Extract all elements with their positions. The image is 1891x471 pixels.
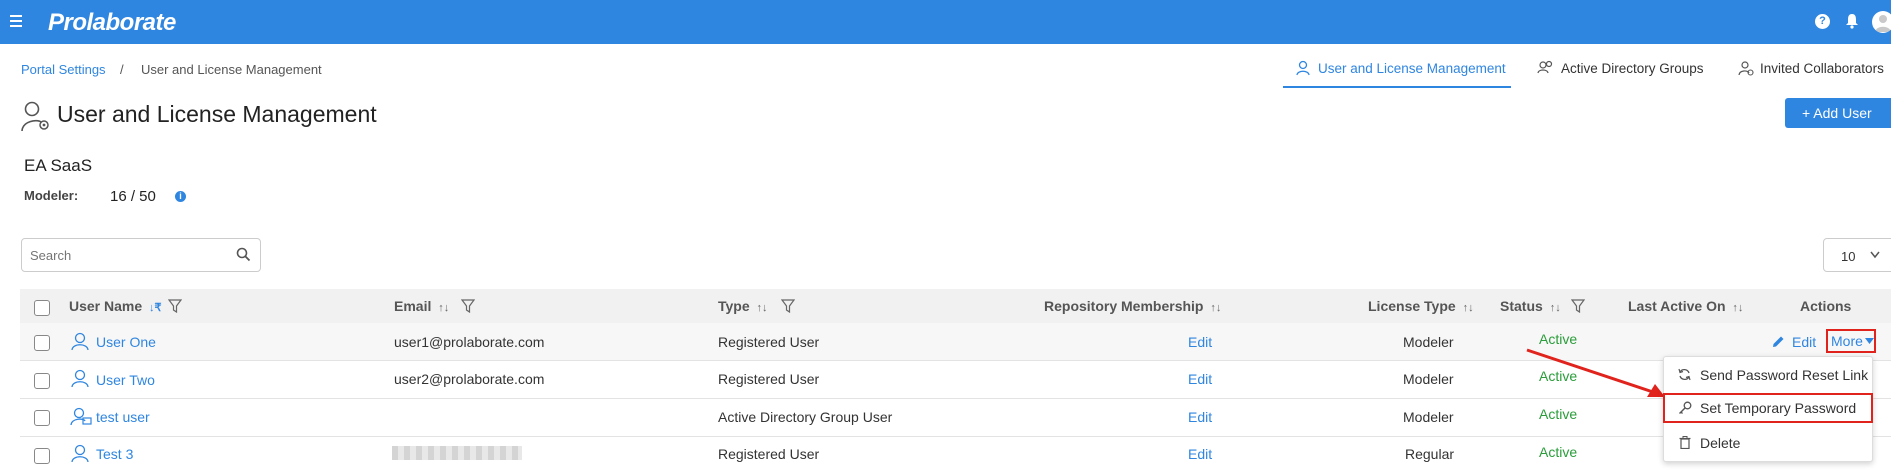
filter-icon[interactable] [168, 299, 182, 313]
user-name-link[interactable]: test user [96, 407, 150, 427]
info-icon[interactable]: i [175, 191, 186, 202]
sort-icon[interactable]: ↑↓ [757, 302, 768, 314]
group-icon [1537, 60, 1555, 76]
annotation-arrow [1525, 348, 1670, 400]
status-badge: Active [1539, 406, 1578, 422]
bell-icon[interactable] [1845, 13, 1859, 29]
search-box [21, 238, 261, 272]
key-icon [1678, 401, 1692, 415]
row-checkbox[interactable] [34, 373, 50, 389]
menu-item-label: Delete [1700, 435, 1741, 451]
modeler-label: Modeler: [24, 188, 79, 203]
status-badge: Active [1539, 444, 1578, 460]
repository-edit-link[interactable]: Edit [1188, 407, 1212, 427]
column-actions: Actions [1800, 298, 1852, 314]
license-type: Regular [1405, 446, 1455, 462]
menu-item-label: Send Password Reset Link [1700, 367, 1869, 383]
tab-invited-collaborators[interactable]: Invited Collaborators [1738, 58, 1888, 88]
status-badge: Active [1539, 331, 1578, 347]
search-input[interactable] [30, 246, 220, 264]
user-email: user1@prolaborate.com [394, 334, 545, 350]
filter-icon[interactable] [461, 299, 475, 313]
column-last-active-on[interactable]: Last Active On ↑↓ [1628, 289, 1743, 323]
user-icon [70, 369, 90, 387]
pencil-icon[interactable] [1772, 335, 1785, 348]
license-type: Modeler [1403, 409, 1454, 425]
collaborator-icon [1738, 60, 1754, 76]
more-label: More [1831, 333, 1863, 349]
tab-label: Invited Collaborators [1760, 61, 1884, 76]
tab-label: Active Directory Groups [1561, 61, 1704, 76]
sort-icon[interactable]: ↑↓ [1550, 302, 1561, 314]
tab-active-directory-groups[interactable]: Active Directory Groups [1537, 58, 1707, 88]
modeler-count: 16 / 50 [110, 188, 156, 205]
user-email: user2@prolaborate.com [394, 371, 545, 387]
chevron-down-icon [1870, 251, 1880, 259]
row-checkbox[interactable] [34, 448, 50, 464]
breadcrumb-current: User and License Management [141, 62, 322, 77]
user-icon [1295, 60, 1311, 76]
page-title-icon [21, 100, 51, 132]
user-icon [70, 332, 90, 350]
hamburger-menu-icon[interactable] [10, 15, 22, 27]
column-status[interactable]: Status ↑↓ [1500, 289, 1561, 323]
column-license-type[interactable]: License Type ↑↓ [1368, 289, 1474, 323]
sort-icon[interactable]: ↑↓ [1210, 302, 1221, 314]
sort-icon[interactable]: ↓₹ [149, 302, 162, 314]
delete-user[interactable]: Delete [1664, 428, 1872, 458]
send-password-reset-link[interactable]: Send Password Reset Link [1664, 360, 1872, 390]
row-checkbox[interactable] [34, 410, 50, 426]
repository-edit-link[interactable]: Edit [1188, 444, 1212, 464]
breadcrumb-portal-settings[interactable]: Portal Settings [21, 62, 106, 77]
sort-icon[interactable]: ↑↓ [1732, 302, 1743, 314]
repository-edit-link[interactable]: Edit [1188, 332, 1212, 352]
brand-logo[interactable]: Prolaborate [48, 9, 176, 37]
user-name-link[interactable]: Test 3 [96, 444, 133, 464]
row-divider [20, 436, 1891, 437]
set-temporary-password[interactable]: Set Temporary Password [1663, 393, 1873, 423]
user-name-link[interactable]: User One [96, 332, 156, 352]
user-type: Registered User [718, 446, 820, 462]
tab-label: User and License Management [1318, 61, 1506, 76]
page-size-select[interactable]: 10 [1823, 238, 1891, 272]
user-name-link[interactable]: User Two [96, 370, 155, 390]
sort-icon[interactable]: ↑↓ [438, 302, 449, 314]
tab-user-license-management[interactable]: User and License Management [1283, 58, 1511, 88]
menu-item-label: Set Temporary Password [1700, 400, 1857, 416]
sort-icon[interactable]: ↑↓ [1463, 302, 1474, 314]
row-checkbox[interactable] [34, 335, 50, 351]
filter-icon[interactable] [1571, 299, 1585, 313]
help-icon[interactable]: ? [1815, 14, 1830, 29]
license-edition: EA SaaS [24, 156, 93, 175]
trash-icon [1679, 436, 1691, 449]
search-icon[interactable] [236, 247, 251, 262]
more-button[interactable]: More [1826, 329, 1876, 353]
user-avatar-icon[interactable] [1872, 11, 1891, 33]
redacted-email [392, 446, 522, 460]
user-type: Registered User [718, 334, 820, 350]
column-user-name[interactable]: User Name ↓₹ [69, 289, 162, 323]
repository-edit-link[interactable]: Edit [1188, 369, 1212, 389]
license-type: Modeler [1403, 334, 1454, 350]
user-icon [70, 444, 90, 462]
add-user-button[interactable]: + Add User [1785, 98, 1891, 128]
column-type[interactable]: Type ↑↓ [718, 289, 768, 323]
top-bar: Prolaborate ? [0, 0, 1891, 44]
edit-user-button[interactable]: Edit [1792, 332, 1816, 352]
column-email[interactable]: Email ↑↓ [394, 289, 449, 323]
license-type: Modeler [1403, 371, 1454, 387]
user-type: Active Directory Group User [718, 409, 893, 425]
page-title: User and License Management [57, 101, 377, 127]
user-type: Registered User [718, 371, 820, 387]
table-header [20, 289, 1891, 323]
caret-down-icon [1865, 338, 1874, 344]
page-size-value: 10 [1841, 249, 1856, 264]
refresh-icon [1678, 368, 1691, 381]
filter-icon[interactable] [781, 299, 795, 313]
select-all-checkbox[interactable] [34, 300, 50, 316]
column-repository-membership[interactable]: Repository Membership ↑↓ [1044, 289, 1221, 323]
ad-group-user-icon [70, 407, 92, 425]
breadcrumb-separator: / [120, 62, 124, 77]
